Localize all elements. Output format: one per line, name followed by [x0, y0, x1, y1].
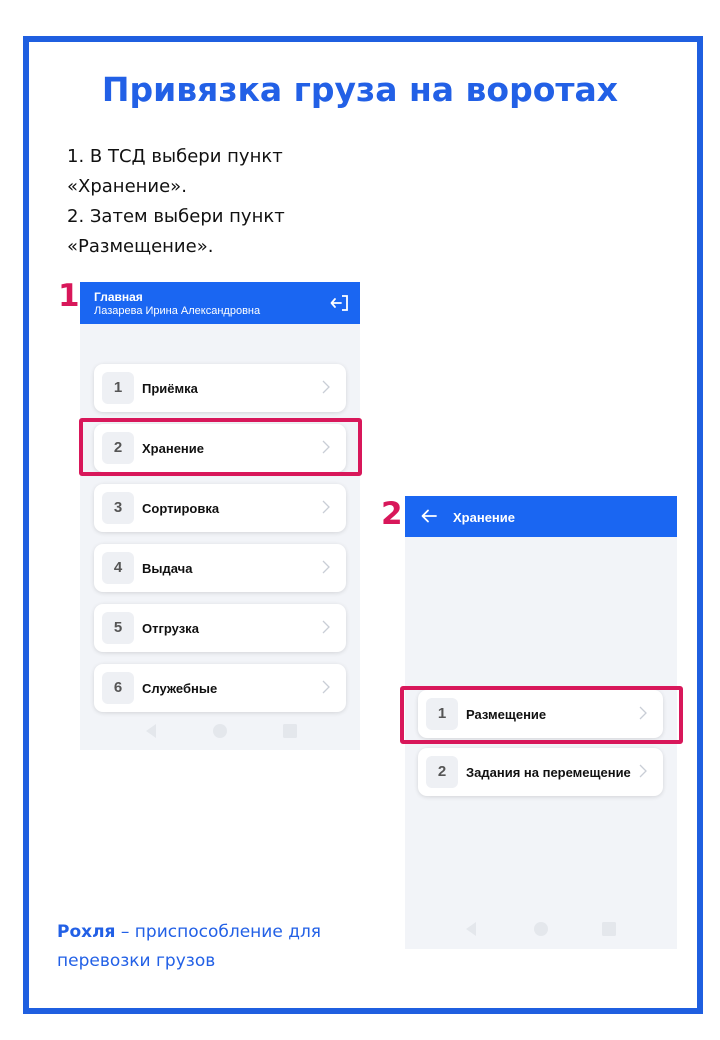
- menu-item-receiving[interactable]: 1 Приёмка: [94, 364, 346, 412]
- logout-icon[interactable]: [330, 294, 350, 317]
- step-1-label: 1: [58, 278, 80, 314]
- chevron-right-icon: [639, 764, 647, 783]
- nav-back-icon: [146, 724, 156, 738]
- menu-item-shipment[interactable]: 5 Отгрузка: [94, 604, 346, 652]
- android-nav-bar: [466, 922, 616, 936]
- header-title: Хранение: [453, 510, 515, 525]
- back-arrow-icon[interactable]: [421, 509, 437, 528]
- instruction-line: 1. В ТСД выбери пункт: [67, 146, 283, 167]
- footnote-term: Рохля: [57, 922, 116, 942]
- footnote: Рохля – приспособление для перевозки гру…: [57, 918, 367, 976]
- menu-item-number: 6: [102, 672, 134, 704]
- instruction-line: «Размещение».: [67, 236, 214, 257]
- app-header: Хранение: [405, 496, 677, 537]
- menu-item-sorting[interactable]: 3 Сортировка: [94, 484, 346, 532]
- menu-item-move-tasks[interactable]: 2 Задания на перемещение: [418, 748, 663, 796]
- menu-item-number: 5: [102, 612, 134, 644]
- highlight-placement: [400, 686, 683, 744]
- android-nav-bar: [146, 724, 297, 738]
- highlight-storage: [79, 418, 362, 476]
- menu-item-issue[interactable]: 4 Выдача: [94, 544, 346, 592]
- chevron-right-icon: [322, 380, 330, 399]
- nav-recents-icon: [602, 922, 616, 936]
- chevron-right-icon: [322, 500, 330, 519]
- page-title: Привязка груза на воротах: [101, 70, 619, 109]
- instruction-line: 2. Затем выбери пункт: [67, 206, 285, 227]
- menu-item-number: 2: [426, 756, 458, 788]
- header-user: Лазарева Ирина Александровна: [94, 305, 261, 317]
- main-menu-screen: Главная Лазарева Ирина Александровна 1 П…: [80, 282, 360, 750]
- nav-back-icon: [466, 922, 476, 936]
- menu-item-label: Выдача: [142, 561, 193, 576]
- chevron-right-icon: [322, 680, 330, 699]
- header-title: Главная: [94, 290, 143, 304]
- nav-recents-icon: [283, 724, 297, 738]
- instructions: 1. В ТСД выбери пункт «Хранение». 2. Зат…: [67, 142, 367, 262]
- app-header: Главная Лазарева Ирина Александровна: [80, 282, 360, 324]
- chevron-right-icon: [322, 560, 330, 579]
- step-2-label: 2: [381, 496, 403, 532]
- instruction-line: «Хранение».: [67, 176, 187, 197]
- menu-item-label: Служебные: [142, 681, 218, 696]
- menu-item-number: 1: [102, 372, 134, 404]
- nav-home-icon: [534, 922, 548, 936]
- menu-item-label: Задания на перемещение: [466, 765, 631, 780]
- menu-item-label: Отгрузка: [142, 621, 199, 636]
- menu-item-label: Сортировка: [142, 501, 220, 516]
- menu-item-number: 3: [102, 492, 134, 524]
- menu-item-number: 4: [102, 552, 134, 584]
- menu-item-label: Приёмка: [142, 381, 198, 396]
- menu-item-service[interactable]: 6 Служебные: [94, 664, 346, 712]
- chevron-right-icon: [322, 620, 330, 639]
- nav-home-icon: [213, 724, 227, 738]
